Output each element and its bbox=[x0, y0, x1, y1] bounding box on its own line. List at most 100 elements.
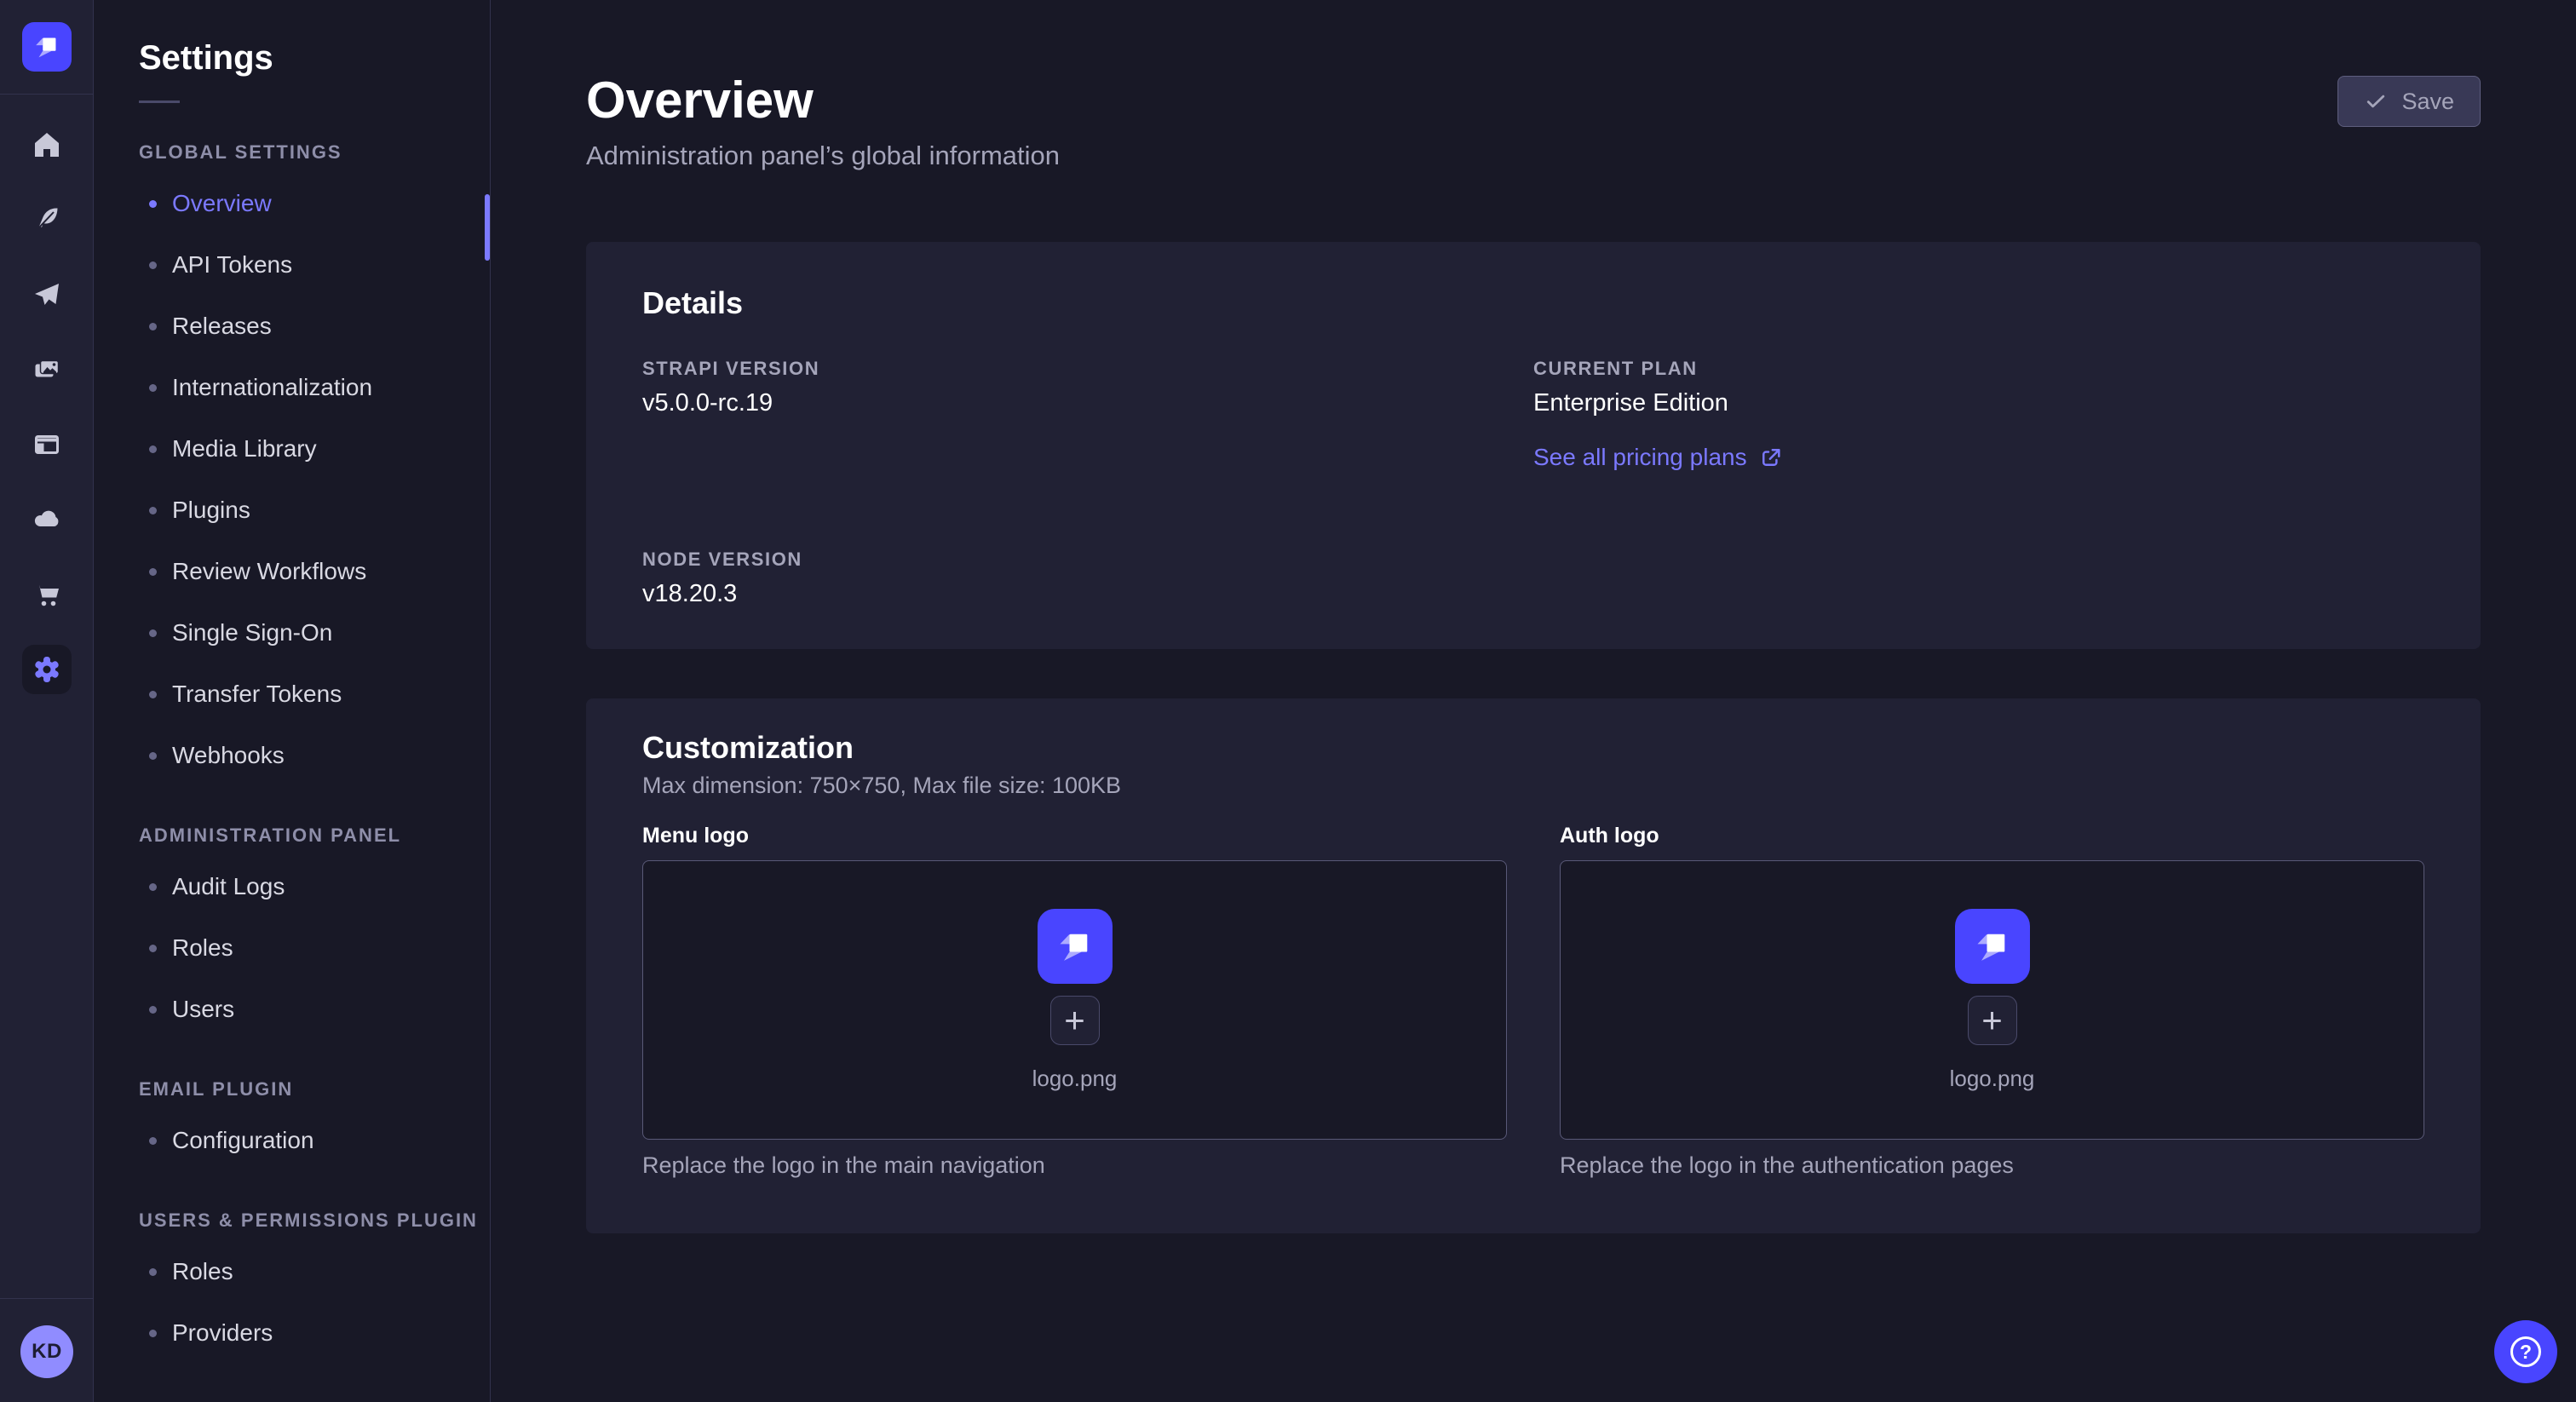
strapi-logo-icon bbox=[1053, 924, 1097, 968]
bullet-icon bbox=[149, 1330, 157, 1337]
subnav-scrollbar-thumb[interactable] bbox=[485, 194, 490, 261]
nav-section-label: EMAIL PLUGIN bbox=[139, 1077, 490, 1101]
menu-logo-filename: logo.png bbox=[1032, 1066, 1118, 1092]
field-current-plan: CURRENT PLAN Enterprise Edition See all … bbox=[1533, 358, 2424, 472]
settings-nav-item-admin-roles[interactable]: Roles bbox=[139, 917, 490, 979]
bullet-icon bbox=[149, 629, 157, 637]
shopping-cart-icon bbox=[30, 577, 64, 612]
home-icon bbox=[30, 128, 64, 162]
gear-icon bbox=[30, 652, 64, 687]
subnav-title: Settings bbox=[139, 37, 490, 78]
feather-icon bbox=[30, 203, 64, 237]
bullet-icon bbox=[149, 384, 157, 392]
field-value: Enterprise Edition bbox=[1533, 388, 2424, 417]
settings-nav-item-overview[interactable]: Overview bbox=[139, 173, 490, 234]
page-subtitle: Administration panel’s global informatio… bbox=[586, 140, 2481, 172]
customization-card: Customization Max dimension: 750×750, Ma… bbox=[586, 698, 2481, 1233]
nav-section-users-permissions-plugin: USERS & PERMISSIONS PLUGIN Roles Provide… bbox=[139, 1209, 490, 1364]
auth-logo-dropzone[interactable]: + logo.png bbox=[1560, 860, 2424, 1140]
settings-nav-item-webhooks[interactable]: Webhooks bbox=[139, 725, 490, 786]
strapi-logo[interactable] bbox=[22, 22, 72, 72]
auth-logo-field: Auth logo + logo.png Replace the logo bbox=[1560, 823, 2424, 1179]
auth-logo-label: Auth logo bbox=[1560, 823, 2424, 848]
bullet-icon bbox=[149, 323, 157, 330]
details-card: Details STRAPI VERSION v5.0.0-rc.19 CURR… bbox=[586, 242, 2481, 649]
external-link-icon bbox=[1759, 445, 1783, 469]
pricing-plans-link[interactable]: See all pricing plans bbox=[1533, 443, 1783, 472]
settings-active-tile bbox=[22, 645, 72, 694]
settings-nav-item-plugins[interactable]: Plugins bbox=[139, 480, 490, 541]
menu-logo-label: Menu logo bbox=[642, 823, 1507, 848]
menu-logo-hint: Replace the logo in the main navigation bbox=[642, 1152, 1507, 1179]
nav-marketplace-button[interactable] bbox=[0, 557, 94, 632]
nav-section-label: GLOBAL SETTINGS bbox=[139, 141, 490, 164]
menu-logo-dropzone[interactable]: + logo.png bbox=[642, 860, 1507, 1140]
field-value: v18.20.3 bbox=[642, 579, 1533, 608]
strapi-logo-icon bbox=[31, 31, 63, 63]
settings-nav-item-providers[interactable]: Providers bbox=[139, 1302, 490, 1364]
settings-nav-item-review-workflows[interactable]: Review Workflows bbox=[139, 541, 490, 602]
settings-nav-item-audit-logs[interactable]: Audit Logs bbox=[139, 856, 490, 917]
paper-plane-icon bbox=[30, 278, 64, 312]
menu-logo-field: Menu logo + logo.png Replace the logo bbox=[642, 823, 1507, 1179]
nav-content-manager-button[interactable] bbox=[0, 182, 94, 257]
question-mark-icon: ? bbox=[2510, 1336, 2541, 1367]
settings-nav-item-transfer-tokens[interactable]: Transfer Tokens bbox=[139, 664, 490, 725]
plus-icon: + bbox=[1981, 1003, 2003, 1038]
field-value: v5.0.0-rc.19 bbox=[642, 388, 1533, 417]
bullet-icon bbox=[149, 691, 157, 698]
check-icon bbox=[2364, 89, 2388, 113]
nav-settings-button[interactable] bbox=[0, 632, 94, 707]
auth-logo-filename: logo.png bbox=[1950, 1066, 2035, 1092]
settings-nav-item-media-library[interactable]: Media Library bbox=[139, 418, 490, 480]
auth-logo-add-button[interactable]: + bbox=[1968, 996, 2017, 1045]
bullet-icon bbox=[149, 752, 157, 760]
nav-content-type-builder-button[interactable] bbox=[0, 407, 94, 482]
nav-media-library-button[interactable] bbox=[0, 332, 94, 407]
bullet-icon bbox=[149, 261, 157, 269]
help-button[interactable]: ? bbox=[2494, 1320, 2557, 1383]
main-content: Overview Administration panel’s global i… bbox=[492, 0, 2576, 1402]
settings-nav-item-single-sign-on[interactable]: Single Sign-On bbox=[139, 602, 490, 664]
details-heading: Details bbox=[642, 284, 2424, 322]
field-strapi-version: STRAPI VERSION v5.0.0-rc.19 bbox=[642, 358, 1533, 472]
bullet-icon bbox=[149, 945, 157, 952]
nav-cloud-button[interactable] bbox=[0, 482, 94, 557]
bullet-icon bbox=[149, 507, 157, 514]
save-button[interactable]: Save bbox=[2337, 76, 2481, 127]
bullet-icon bbox=[149, 200, 157, 208]
auth-logo-preview bbox=[1955, 909, 2030, 984]
cloud-icon bbox=[30, 503, 64, 537]
nav-releases-button[interactable] bbox=[0, 257, 94, 332]
settings-subnav: Settings GLOBAL SETTINGS Overview API To… bbox=[95, 0, 491, 1402]
settings-nav-item-api-tokens[interactable]: API Tokens bbox=[139, 234, 490, 296]
settings-nav-item-email-configuration[interactable]: Configuration bbox=[139, 1110, 490, 1171]
page-title: Overview bbox=[586, 73, 2481, 128]
settings-nav-item-up-roles[interactable]: Roles bbox=[139, 1241, 490, 1302]
field-label: STRAPI VERSION bbox=[642, 358, 1533, 380]
strapi-logo-icon bbox=[1970, 924, 2015, 968]
customization-heading: Customization bbox=[642, 729, 2424, 767]
images-icon bbox=[30, 353, 64, 387]
menu-logo-preview bbox=[1038, 909, 1113, 984]
menu-logo-add-button[interactable]: + bbox=[1050, 996, 1100, 1045]
save-button-label: Save bbox=[2401, 89, 2454, 115]
settings-nav-item-internationalization[interactable]: Internationalization bbox=[139, 357, 490, 418]
bullet-icon bbox=[149, 568, 157, 576]
field-label: CURRENT PLAN bbox=[1533, 358, 2424, 380]
settings-nav-item-releases[interactable]: Releases bbox=[139, 296, 490, 357]
bullet-icon bbox=[149, 883, 157, 891]
bullet-icon bbox=[149, 1268, 157, 1276]
settings-nav-item-users[interactable]: Users bbox=[139, 979, 490, 1040]
nav-section-administration-panel: ADMINISTRATION PANEL Audit Logs Roles Us… bbox=[139, 824, 490, 1040]
rail-divider-top bbox=[0, 94, 93, 95]
subnav-title-rule bbox=[139, 101, 180, 103]
nav-section-global-settings: GLOBAL SETTINGS Overview API Tokens Rele… bbox=[139, 141, 490, 786]
nav-home-button[interactable] bbox=[0, 107, 94, 182]
user-avatar[interactable]: KD bbox=[20, 1325, 73, 1378]
nav-section-label: USERS & PERMISSIONS PLUGIN bbox=[139, 1209, 490, 1232]
plus-icon: + bbox=[1064, 1003, 1085, 1038]
layout-window-icon bbox=[30, 428, 64, 462]
rail-divider-bottom bbox=[0, 1298, 93, 1299]
field-label: NODE VERSION bbox=[642, 549, 1533, 571]
